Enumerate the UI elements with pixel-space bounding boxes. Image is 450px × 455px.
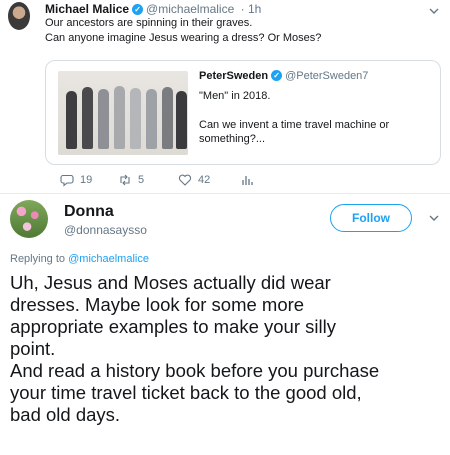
like-count: 42 bbox=[198, 174, 211, 186]
quoted-author: PeterSweden ✓ @PeterSweden7 bbox=[199, 70, 368, 82]
analytics-action[interactable] bbox=[240, 172, 254, 188]
author-name[interactable]: Donna bbox=[64, 203, 114, 221]
retweet-icon bbox=[120, 174, 130, 186]
replying-to-label: Replying to bbox=[10, 253, 66, 265]
replying-to-link[interactable]: @michaelmalice bbox=[68, 253, 149, 265]
tweet-text: Our ancestors are spinning in their grav… bbox=[45, 16, 435, 46]
author-name[interactable]: Michael Malice bbox=[45, 2, 129, 16]
retweet-action[interactable]: 5 bbox=[118, 172, 144, 188]
reply-line: bad old days. bbox=[10, 404, 121, 425]
reply-line: dresses. Maybe look for some more bbox=[10, 294, 305, 315]
tweet-header: Michael Malice ✓ @michaelmalice · 1h bbox=[45, 2, 261, 16]
chevron-down-icon[interactable] bbox=[428, 212, 440, 224]
quoted-author-name: PeterSweden bbox=[199, 70, 269, 82]
avatar[interactable] bbox=[8, 2, 30, 30]
like-action[interactable]: 42 bbox=[178, 172, 210, 188]
reply-line: appropriate examples to make your silly bbox=[10, 316, 336, 337]
reply-text: Uh, Jesus and Moses actually did wear dr… bbox=[10, 272, 450, 426]
author-handle[interactable]: @michaelmalice bbox=[146, 2, 234, 16]
quoted-author-handle: @PeterSweden7 bbox=[285, 70, 369, 82]
replying-to: Replying to @michaelmalice bbox=[10, 253, 149, 265]
reply-icon bbox=[60, 174, 74, 187]
quoted-tweet-line: "Men" in 2018. bbox=[199, 90, 271, 102]
tweet-time[interactable]: · 1h bbox=[241, 2, 262, 16]
reply-line: point. bbox=[10, 338, 56, 359]
quoted-tweet-card[interactable]: PeterSweden ✓ @PeterSweden7 "Men" in 2018.… bbox=[45, 60, 441, 165]
reply-line: And read a history book before you purch… bbox=[10, 360, 380, 381]
retweet-count: 5 bbox=[138, 174, 145, 186]
tweet-line: Our ancestors are spinning in their grav… bbox=[45, 17, 253, 29]
quoted-tweet-line: Can we invent a time travel machine or s… bbox=[199, 119, 390, 145]
reply-line: your time travel ticket back to the good… bbox=[10, 382, 362, 403]
like-icon bbox=[178, 174, 192, 186]
quoted-tweet-image[interactable] bbox=[58, 71, 188, 155]
divider bbox=[0, 193, 450, 194]
verified-icon: ✓ bbox=[271, 70, 283, 81]
author-handle[interactable]: @donnasaysso bbox=[64, 223, 147, 237]
avatar[interactable] bbox=[10, 200, 48, 238]
reply-action[interactable]: 19 bbox=[60, 172, 92, 188]
reply-line: Uh, Jesus and Moses actually did wear bbox=[10, 272, 331, 293]
follow-button[interactable]: Follow bbox=[330, 204, 412, 232]
reply-count: 19 bbox=[80, 174, 93, 186]
tweet-line: Can anyone imagine Jesus wearing a dress… bbox=[45, 32, 322, 44]
analytics-icon bbox=[242, 176, 253, 185]
verified-icon: ✓ bbox=[132, 4, 144, 15]
